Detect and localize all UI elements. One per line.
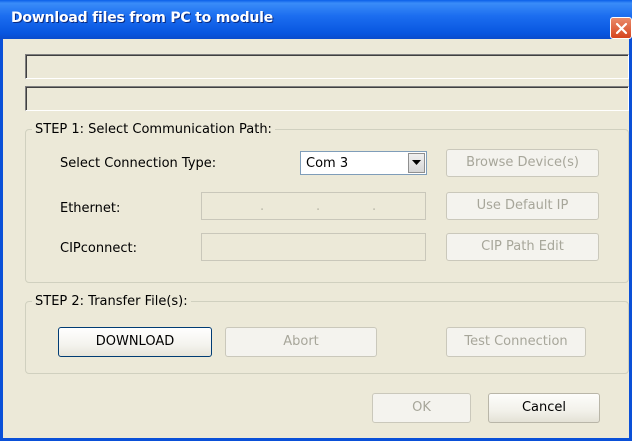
title-bar[interactable]: Download files from PC to module (0, 0, 632, 39)
ethernet-label: Ethernet: (60, 201, 121, 216)
cip-path-edit-button[interactable]: CIP Path Edit (446, 233, 599, 261)
progress-bar-2 (25, 86, 629, 111)
cipconnect-label: CIPconnect: (60, 241, 137, 256)
browse-devices-button[interactable]: Browse Device(s) (446, 149, 599, 177)
step2-group: STEP 2: Transfer File(s): DOWNLOAD Abort… (25, 294, 629, 374)
download-button[interactable]: DOWNLOAD (58, 327, 212, 357)
connection-type-value: Com 3 (306, 156, 349, 171)
ip-separator: . (260, 199, 265, 214)
dialog-window: Download files from PC to module STEP 1:… (0, 0, 632, 441)
step1-group: STEP 1: Select Communication Path: Selec… (25, 122, 629, 283)
ethernet-ip-field[interactable]: . . . (201, 192, 426, 220)
dropdown-button[interactable] (408, 153, 425, 173)
ok-button[interactable]: OK (372, 393, 471, 423)
cancel-button[interactable]: Cancel (488, 393, 600, 423)
use-default-ip-button[interactable]: Use Default IP (446, 192, 599, 220)
step2-legend: STEP 2: Transfer File(s): (32, 294, 191, 309)
cipconnect-field[interactable] (201, 233, 426, 261)
ip-separator: . (316, 199, 321, 214)
ip-separator: . (372, 199, 377, 214)
connection-type-label: Select Connection Type: (60, 156, 217, 171)
abort-button[interactable]: Abort (225, 327, 377, 357)
close-button[interactable] (610, 17, 632, 39)
step1-legend: STEP 1: Select Communication Path: (32, 122, 275, 137)
window-title: Download files from PC to module (11, 10, 274, 26)
test-connection-button[interactable]: Test Connection (446, 327, 586, 357)
progress-bar-1 (25, 54, 629, 79)
connection-type-select[interactable]: Com 3 (300, 151, 427, 175)
